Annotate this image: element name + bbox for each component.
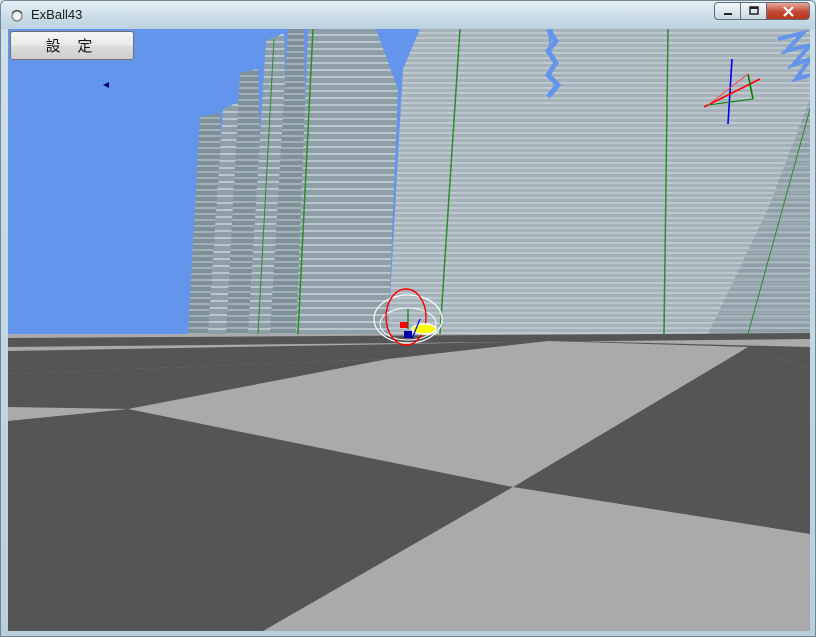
checkered-floor: [8, 333, 810, 631]
window-title: ExBall43: [31, 7, 83, 22]
ball-app-icon: [11, 9, 23, 22]
ball-marker: [400, 322, 408, 328]
ball-marker: [404, 331, 412, 338]
scene-canvas: [8, 29, 810, 631]
maximize-button[interactable]: [740, 2, 767, 20]
settings-button[interactable]: 設 定: [10, 31, 134, 60]
maximize-icon: [748, 6, 759, 15]
wall-group: [188, 29, 810, 335]
minimize-icon: [723, 13, 732, 15]
close-icon: [782, 5, 794, 17]
app-window: ExBall43 設 定: [0, 0, 816, 637]
3d-viewport[interactable]: 設 定: [8, 29, 810, 631]
minimize-button[interactable]: [714, 2, 741, 20]
title-bar[interactable]: ExBall43: [1, 1, 815, 29]
close-button[interactable]: [766, 2, 810, 20]
